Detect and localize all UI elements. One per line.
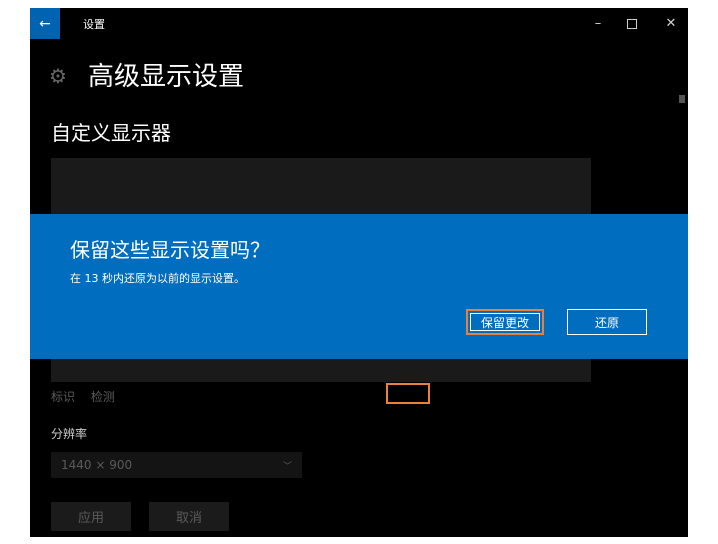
gear-icon: ⚙ <box>49 64 67 88</box>
maximize-icon <box>627 18 637 29</box>
minimize-icon: – <box>594 16 602 31</box>
chevron-down-icon: ﹀ <box>282 461 292 472</box>
settings-window: ← 设置 – ✕ ⚙ 高级显示设置 自定义显示器 标识 检测 分辨率 1440 … <box>30 8 688 537</box>
resolution-dropdown[interactable]: 1440 × 900 ﹀ <box>51 452 302 478</box>
revert-button[interactable]: 还原 <box>567 309 647 335</box>
section-title: 自定义显示器 <box>51 121 171 145</box>
back-button[interactable]: ← <box>30 8 60 39</box>
keep-changes-label: 保留更改 <box>470 313 540 331</box>
dialog-message: 在 13 秒内还原为以前的显示设置。 <box>70 272 245 285</box>
dialog-title: 保留这些显示设置吗？ <box>70 238 270 262</box>
window-title: 设置 <box>83 18 105 31</box>
keep-settings-dialog: 保留这些显示设置吗？ 在 13 秒内还原为以前的显示设置。 保留更改 还原 <box>30 214 688 359</box>
close-button[interactable]: ✕ <box>651 8 688 39</box>
cancel-button[interactable]: 取消 <box>149 502 229 531</box>
apply-button[interactable]: 应用 <box>51 502 131 531</box>
page-title: 高级显示设置 <box>88 62 245 92</box>
highlight-box <box>386 383 430 404</box>
resolution-label: 分辨率 <box>51 427 88 441</box>
back-arrow-icon: ← <box>39 15 51 32</box>
display-links: 标识 检测 <box>51 388 127 405</box>
identify-link[interactable]: 标识 <box>51 390 75 404</box>
close-icon: ✕ <box>665 16 677 31</box>
title-bar: ← 设置 – ✕ <box>30 8 688 39</box>
maximize-button[interactable] <box>612 8 652 39</box>
scrollbar-thumb[interactable] <box>679 95 685 103</box>
detect-link[interactable]: 检测 <box>91 390 115 404</box>
resolution-value: 1440 × 900 <box>61 458 133 472</box>
keep-changes-button[interactable]: 保留更改 <box>466 309 544 335</box>
